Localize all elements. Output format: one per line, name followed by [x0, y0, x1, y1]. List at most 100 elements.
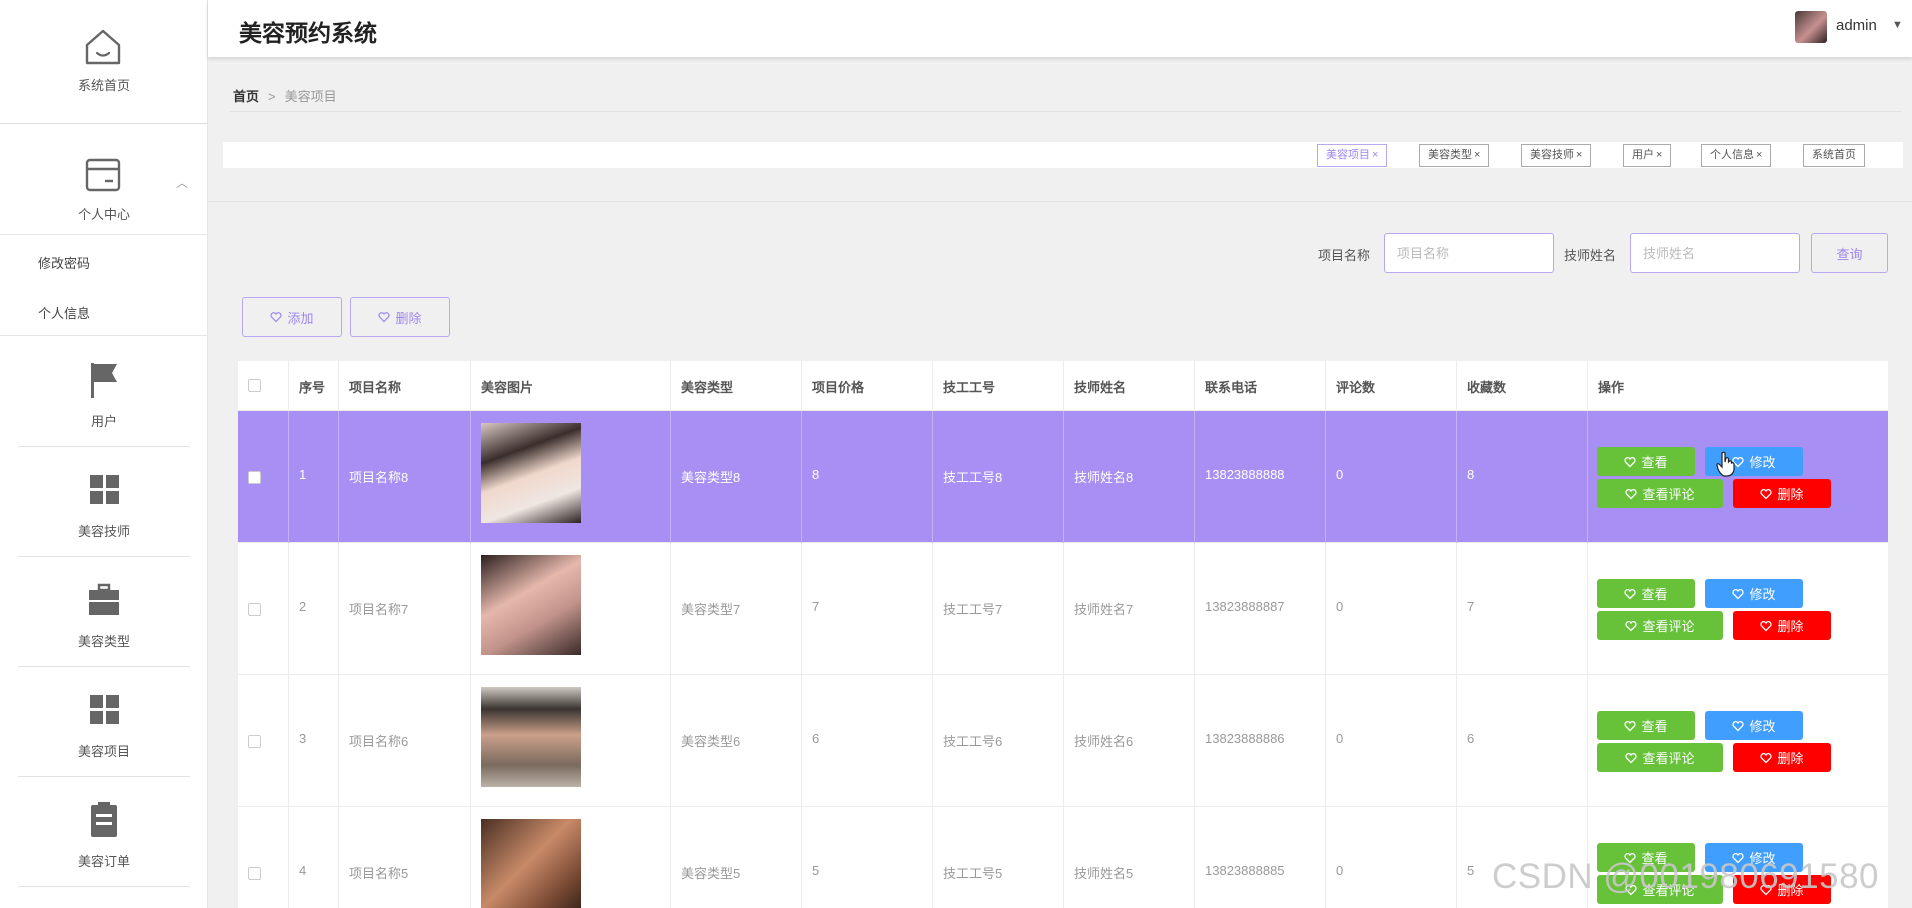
beauty-image[interactable]	[481, 687, 581, 787]
divider	[1063, 361, 1064, 411]
cell-price: 7	[812, 599, 820, 614]
heart-icon	[1760, 752, 1773, 763]
caret-down-icon[interactable]: ▼	[1892, 19, 1903, 31]
select-all-checkbox[interactable]	[248, 379, 261, 392]
heart-icon	[1625, 488, 1638, 499]
col-comments: 评论数	[1336, 380, 1376, 395]
cell-worker-no: 技工工号6	[943, 734, 1003, 749]
avatar[interactable]	[1795, 11, 1827, 43]
view-comments-button[interactable]: 查看评论	[1597, 743, 1723, 772]
tag-beauty-projects[interactable]: 美容项目 ×	[1317, 144, 1388, 167]
sidebar-item-label: 美容订单	[77, 854, 130, 869]
heart-icon	[1760, 620, 1773, 631]
tag-label: 美容技师	[1530, 149, 1574, 161]
cell-worker-no: 技工工号7	[943, 602, 1003, 617]
sidebar-item-personal-center[interactable]: ︿ 个人中心	[0, 124, 208, 235]
flag-icon	[91, 363, 117, 398]
cell-favorites: 6	[1467, 731, 1475, 746]
row-delete-button[interactable]: 删除	[1733, 743, 1831, 772]
view-comments-button[interactable]: 查看评论	[1597, 479, 1723, 508]
divider	[1456, 543, 1457, 675]
tag-personal-info[interactable]: 个人信息 ×	[1701, 144, 1772, 167]
tag-beauty-types[interactable]: 美容类型 ×	[1419, 144, 1490, 167]
top-header: 美容预约系统 admin ▼	[208, 0, 1912, 57]
divider	[801, 543, 802, 675]
breadcrumb-home[interactable]: 首页	[233, 89, 259, 104]
view-button[interactable]: 查看	[1597, 579, 1695, 608]
row-delete-button[interactable]: 删除	[1733, 611, 1831, 640]
view-comments-button[interactable]: 查看评论	[1597, 611, 1723, 640]
view-button[interactable]: 查看	[1597, 447, 1695, 476]
row-checkbox[interactable]	[248, 471, 261, 484]
close-icon[interactable]: ×	[1474, 149, 1480, 161]
divider	[1587, 543, 1588, 675]
close-icon[interactable]: ×	[1756, 149, 1762, 161]
divider	[1063, 675, 1064, 807]
view-comments-label: 查看评论	[1642, 619, 1695, 634]
tag-system-home[interactable]: 系统首页	[1803, 144, 1865, 167]
close-icon[interactable]: ×	[1372, 149, 1378, 161]
divider	[670, 361, 671, 411]
sidebar-item-technicians[interactable]: 美容技师	[18, 447, 190, 557]
table-row[interactable]: 3 项目名称6 美容类型6 6 技工工号6 技师姓名6 13823888886 0 6 查看 修改查…	[238, 675, 1888, 807]
close-icon[interactable]: ×	[1576, 149, 1582, 161]
beauty-image[interactable]	[481, 423, 581, 523]
divider	[1194, 675, 1195, 807]
divider	[1325, 675, 1326, 807]
heart-icon	[1760, 488, 1773, 499]
project-name-input[interactable]	[1384, 233, 1554, 273]
divider	[288, 675, 289, 807]
sidebar-item-beauty-projects[interactable]: 美容项目	[18, 667, 190, 777]
divider	[288, 807, 289, 908]
tech-name-input[interactable]	[1630, 233, 1800, 273]
cell-phone: 13823888888	[1205, 467, 1285, 482]
row-checkbox[interactable]	[248, 867, 261, 880]
sidebar-item-users[interactable]: 用户	[18, 337, 190, 447]
col-favorites: 收藏数	[1467, 380, 1507, 395]
sidebar-sub-change-password[interactable]: 修改密码	[38, 253, 90, 272]
divider	[932, 411, 933, 543]
divider	[338, 411, 339, 543]
sidebar-item-beauty-orders[interactable]: 美容订单	[18, 777, 190, 887]
cell-comments: 0	[1336, 467, 1344, 482]
cell-phone: 13823888886	[1205, 731, 1285, 746]
row-delete-label: 删除	[1777, 751, 1804, 766]
query-button[interactable]: 查询	[1811, 233, 1888, 273]
close-icon[interactable]: ×	[1656, 149, 1662, 161]
beauty-image[interactable]	[481, 819, 581, 908]
cell-type: 美容类型7	[681, 602, 741, 617]
divider	[1063, 543, 1064, 675]
row-checkbox[interactable]	[248, 735, 261, 748]
row-delete-button[interactable]: 删除	[1733, 479, 1831, 508]
user-name[interactable]: admin	[1836, 17, 1877, 34]
tag-technicians[interactable]: 美容技师 ×	[1521, 144, 1592, 167]
edit-button[interactable]: 修改	[1705, 579, 1803, 608]
cell-comments: 0	[1336, 731, 1344, 746]
beauty-image[interactable]	[481, 555, 581, 655]
divider	[670, 543, 671, 675]
table-row[interactable]: 2 项目名称7 美容类型7 7 技工工号7 技师姓名7 13823888887 0 7 查看 修改查…	[238, 543, 1888, 675]
divider	[288, 361, 289, 411]
heart-icon	[1624, 720, 1637, 731]
delete-button[interactable]: 删除	[350, 297, 450, 337]
tag-users[interactable]: 用户 ×	[1623, 144, 1672, 167]
row-checkbox[interactable]	[248, 603, 261, 616]
divider	[932, 807, 933, 908]
cell-project-name: 项目名称6	[349, 734, 409, 749]
home-icon	[85, 29, 121, 65]
heart-icon	[1624, 456, 1637, 467]
edit-button[interactable]: 修改	[1705, 711, 1803, 740]
sidebar-sub-personal-info[interactable]: 个人信息	[38, 303, 90, 322]
heart-icon	[1625, 752, 1638, 763]
view-button[interactable]: 查看	[1597, 711, 1695, 740]
cell-price: 8	[812, 467, 820, 482]
cell-tech-name: 技师姓名6	[1074, 734, 1134, 749]
cell-tech-name: 技师姓名8	[1074, 470, 1134, 485]
divider	[288, 411, 289, 543]
table-row[interactable]: 1 项目名称8 美容类型8 8 技工工号8 技师姓名8 13823888888 0 8 查看 修改查…	[238, 411, 1888, 543]
add-button[interactable]: 添加	[242, 297, 342, 337]
sidebar-item-home[interactable]: 系统首页	[0, 0, 208, 124]
heart-icon	[1625, 620, 1638, 631]
cell-type: 美容类型6	[681, 734, 741, 749]
sidebar-item-beauty-types[interactable]: 美容类型	[18, 557, 190, 667]
